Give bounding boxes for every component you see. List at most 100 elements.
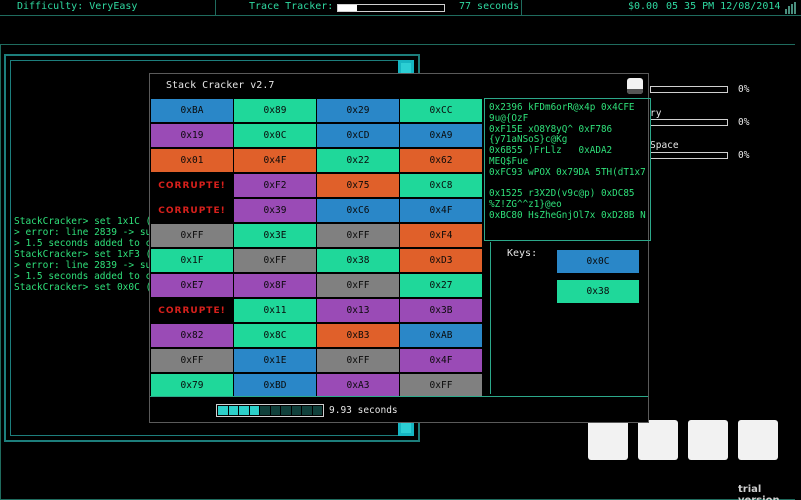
- window-title: Stack Cracker v2.7: [166, 80, 275, 91]
- clock-display: 05 35 PM 12/08/2014: [666, 1, 781, 12]
- stack-cell[interactable]: 0xFF: [234, 249, 316, 272]
- stack-cell[interactable]: 0x39: [234, 199, 316, 222]
- stack-cell[interactable]: 0x82: [151, 324, 233, 347]
- signal-icon: [785, 2, 797, 14]
- timer-segment: [218, 406, 228, 415]
- timer-progress-bar: [216, 404, 324, 417]
- right-progress-bar-1: [650, 86, 728, 93]
- terminal-line: > 1.5 seconds added to c: [14, 271, 152, 282]
- right-progress-bar-2: [650, 119, 728, 126]
- stack-cell[interactable]: 0xAB: [400, 324, 482, 347]
- trace-progress-fill: [338, 5, 358, 11]
- timer-segment: [260, 406, 270, 415]
- stack-cell[interactable]: 0xF4: [400, 224, 482, 247]
- timer-segment: [281, 406, 291, 415]
- stack-cell[interactable]: 0xC6: [317, 199, 399, 222]
- corrupted-cell: CORRUPTE!: [151, 174, 233, 197]
- module-slot-2[interactable]: [638, 420, 678, 460]
- memory-dump-text: 0x2396 kFDm6orR@x4p 0x4CFE 9u@{OzF 0xF15E …: [489, 102, 650, 222]
- stack-cell[interactable]: 0xFF: [317, 349, 399, 372]
- key-cell[interactable]: 0x38: [557, 280, 639, 303]
- timer-segment: [270, 406, 280, 415]
- stack-cell[interactable]: 0xFF: [317, 224, 399, 247]
- right-progress-pct-2: 0%: [738, 117, 750, 128]
- memory-dump-line: 0xBC80 HsZheGnjOl7x 0xD28B N: [489, 209, 646, 221]
- timer-segment: [291, 406, 301, 415]
- stack-cell[interactable]: 0xFF: [151, 224, 233, 247]
- trace-tracker-label: Trace Tracker:: [249, 1, 334, 12]
- top-status-bar: Difficulty: VeryEasy Trace Tracker: 77 s…: [0, 0, 801, 16]
- stack-cell[interactable]: 0x75: [317, 174, 399, 197]
- stack-cell[interactable]: 0x3B: [400, 299, 482, 322]
- trace-progress-bar: [337, 4, 445, 12]
- terminal-line: StackCracker> set 1xF3 (: [14, 249, 152, 260]
- stack-cell[interactable]: 0x29: [317, 99, 399, 122]
- right-item-label-3: Space: [650, 140, 679, 151]
- stack-cell[interactable]: 0x79: [151, 374, 233, 397]
- stack-cell[interactable]: 0xFF: [400, 374, 482, 397]
- right-progress-pct-3: 0%: [738, 150, 750, 161]
- keys-panel: Keys: 0x0C 0x38: [490, 242, 650, 394]
- stack-cell[interactable]: 0x8F: [234, 274, 316, 297]
- stack-cell[interactable]: 0xB3: [317, 324, 399, 347]
- key-cell[interactable]: 0x0C: [557, 250, 639, 273]
- trace-time: 77 seconds: [459, 1, 520, 12]
- timer-text: 9.93 seconds: [329, 405, 398, 416]
- memory-dump-panel: 0x2396 kFDm6orR@x4p 0x4CFE 9u@{OzF 0xF15E …: [484, 98, 651, 241]
- timer-segment: [228, 406, 238, 415]
- stack-cell[interactable]: 0x13: [317, 299, 399, 322]
- window-divider: [150, 396, 648, 397]
- stack-cell[interactable]: 0xFF: [317, 274, 399, 297]
- trial-version-watermark: trial version: [738, 484, 780, 500]
- stack-cell[interactable]: 0x01: [151, 149, 233, 172]
- module-slot-3[interactable]: [688, 420, 728, 460]
- stack-cell[interactable]: 0xCD: [317, 124, 399, 147]
- stack-cell[interactable]: 0x89: [234, 99, 316, 122]
- keys-label: Keys:: [507, 248, 538, 259]
- right-progress-pct-1: 0%: [738, 84, 750, 95]
- stack-cell[interactable]: 0x19: [151, 124, 233, 147]
- timer-segment: [249, 406, 259, 415]
- timer-segment: [312, 406, 322, 415]
- terminal-line: StackCracker> set 1x1C (: [14, 216, 152, 227]
- right-item-label-2: ry: [650, 108, 662, 119]
- stack-cell[interactable]: 0x1F: [151, 249, 233, 272]
- stack-cell[interactable]: 0xF2: [234, 174, 316, 197]
- terminal-line: > error: line 2839 -> su: [14, 260, 152, 271]
- stack-cell[interactable]: 0xBA: [151, 99, 233, 122]
- stack-cell[interactable]: 0xE7: [151, 274, 233, 297]
- difficulty-label: Difficulty: VeryEasy: [17, 1, 138, 12]
- stack-cell[interactable]: 0xA3: [317, 374, 399, 397]
- stack-cell[interactable]: 0xBD: [234, 374, 316, 397]
- stack-cracker-window: Stack Cracker v2.7 0xBA 0x89 0x29 0xCC 0x19 0…: [149, 73, 651, 423]
- stack-cell[interactable]: 0x0C: [234, 124, 316, 147]
- stack-cell[interactable]: 0x1E: [234, 349, 316, 372]
- corrupted-cell: CORRUPTE!: [151, 299, 233, 322]
- money-display: $0.00: [628, 1, 659, 12]
- stack-cell[interactable]: 0x4F: [400, 199, 482, 222]
- timer-segment: [239, 406, 249, 415]
- stack-cell[interactable]: 0x38: [317, 249, 399, 272]
- stack-cell[interactable]: 0xD3: [400, 249, 482, 272]
- memory-dump-line: 9u@{OzF: [489, 112, 529, 124]
- stack-cell[interactable]: 0xA9: [400, 124, 482, 147]
- timer-segment: [302, 406, 312, 415]
- module-slot-4[interactable]: [738, 420, 778, 460]
- stack-cell[interactable]: 0x4F: [400, 349, 482, 372]
- module-slot-1[interactable]: [588, 420, 628, 460]
- stack-cell[interactable]: 0x22: [317, 149, 399, 172]
- stack-cell[interactable]: 0x27: [400, 274, 482, 297]
- stack-cell[interactable]: 0xC8: [400, 174, 482, 197]
- stack-cell[interactable]: 0x8C: [234, 324, 316, 347]
- stack-cell[interactable]: 0x62: [400, 149, 482, 172]
- stack-cell[interactable]: 0xFF: [151, 349, 233, 372]
- close-button[interactable]: [627, 78, 643, 94]
- stack-cell[interactable]: 0x3E: [234, 224, 316, 247]
- stack-cell[interactable]: 0xCC: [400, 99, 482, 122]
- corrupted-cell: CORRUPTE!: [151, 199, 233, 222]
- terminal-output: StackCracker> set 1x1C ( > error: line 28…: [14, 216, 151, 293]
- stack-cell[interactable]: 0x11: [234, 299, 316, 322]
- right-progress-bar-3: [650, 152, 728, 159]
- memory-dump-line: 0xFC93 wPOX 0x79DA 5TH(dT1x7: [489, 166, 646, 178]
- stack-cell[interactable]: 0x4F: [234, 149, 316, 172]
